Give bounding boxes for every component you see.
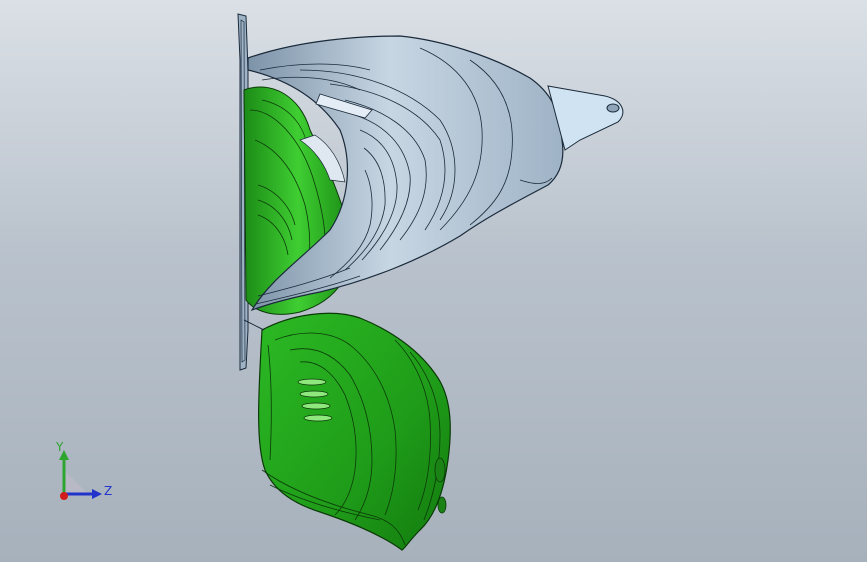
orientation-triad: Y Z [40, 436, 130, 516]
graphics-viewport[interactable]: Y Z [0, 0, 867, 562]
triad-plane [64, 470, 88, 494]
cad-model[interactable] [0, 0, 867, 562]
y-axis-label: Y [56, 440, 64, 454]
z-axis-label: Z [104, 484, 113, 498]
triad-axes [59, 450, 102, 500]
x-axis-dot [60, 492, 68, 500]
z-axis-arrowhead [92, 489, 102, 499]
green-duct-part-lower [243, 312, 451, 551]
